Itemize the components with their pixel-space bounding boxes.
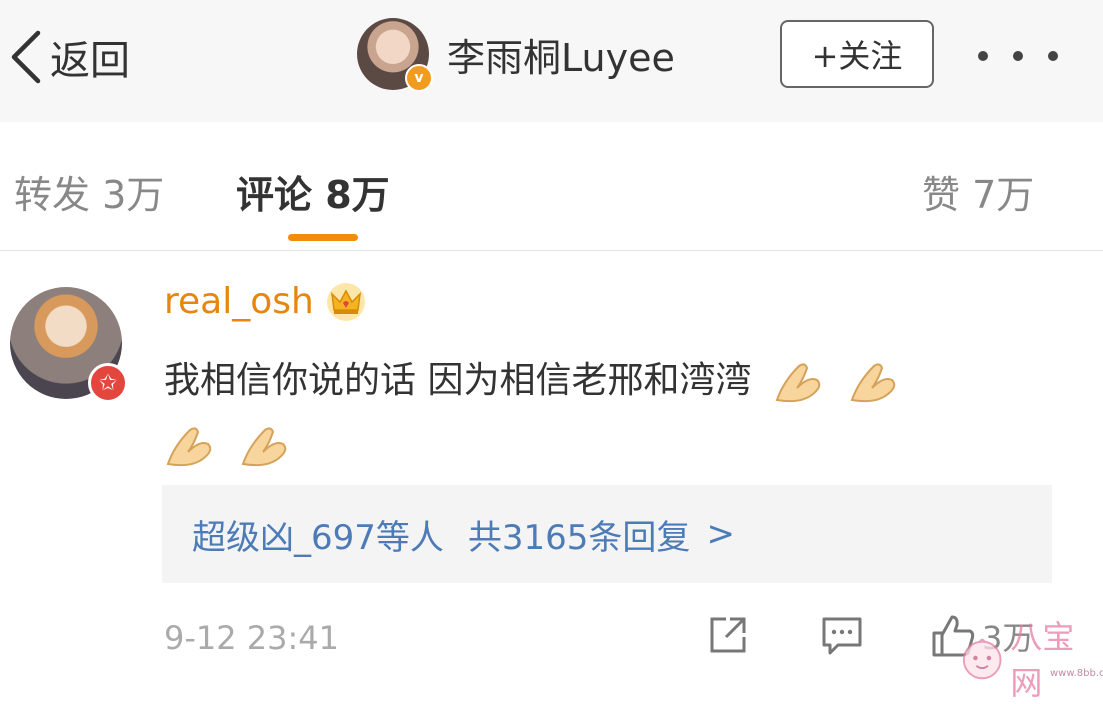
comment-item: ✩ real_osh 我相信你说的话 因为相信老邢和湾湾 超级凶_697等人 共… <box>0 251 1103 682</box>
post-author[interactable]: v 李雨桐Luyee <box>357 18 675 92</box>
replies-preview[interactable]: 超级凶_697等人 共3165条回复 > <box>162 485 1052 583</box>
watermark-url: www.8bb.com <box>1050 668 1103 679</box>
tab-like[interactable]: 赞 7万 <box>922 164 1034 219</box>
clap-emoji-icon <box>166 427 212 467</box>
author-name[interactable]: 李雨桐Luyee <box>447 27 675 82</box>
avatar[interactable]: v <box>357 18 433 92</box>
top-bar: 返回 v 李雨桐Luyee +关注 <box>0 0 1103 123</box>
share-button[interactable] <box>706 613 750 661</box>
chevron-right-icon: > <box>706 514 735 554</box>
clap-emoji-icon <box>775 363 821 403</box>
chevron-left-icon <box>11 30 41 84</box>
watermark-logo: 八宝网 <box>960 612 1103 704</box>
back-button[interactable]: 返回 <box>6 22 130 92</box>
tab-repost[interactable]: 转发 3万 <box>14 164 164 219</box>
more-icon-dot <box>1048 51 1058 61</box>
verified-badge-icon: v <box>405 64 433 92</box>
clap-emoji-icon <box>242 427 287 467</box>
tab-bar: 转发 3万 评论 8万 赞 7万 <box>0 122 1103 251</box>
star-badge-icon: ✩ <box>88 363 128 403</box>
follow-button[interactable]: +关注 <box>780 20 934 88</box>
back-label: 返回 <box>50 38 130 84</box>
commenter[interactable]: real_osh <box>164 281 366 322</box>
comment-text-block: 我相信你说的话 因为相信老邢和湾湾 <box>164 349 1044 477</box>
more-icon-dot <box>978 51 988 61</box>
more-button[interactable] <box>978 36 1058 76</box>
active-tab-indicator <box>288 234 358 241</box>
reply-users[interactable]: 超级凶_697等人 <box>192 510 444 559</box>
baby-face-icon <box>962 638 1002 680</box>
reply-button[interactable] <box>820 613 864 661</box>
comment-time: 9-12 23:41 <box>164 619 340 657</box>
clap-emoji-icon <box>851 363 896 403</box>
crown-icon <box>326 282 365 321</box>
comment-text: 我相信你说的话 因为相信老邢和湾湾 <box>164 360 752 401</box>
share-icon <box>710 617 746 653</box>
more-icon-dot <box>1013 51 1023 61</box>
comment-icon <box>822 617 862 655</box>
reply-count[interactable]: 共3165条回复 <box>468 510 691 559</box>
watermark-text: 八宝网 <box>1010 618 1075 702</box>
commenter-username[interactable]: real_osh <box>164 281 314 322</box>
tab-comment[interactable]: 评论 8万 <box>236 164 390 219</box>
